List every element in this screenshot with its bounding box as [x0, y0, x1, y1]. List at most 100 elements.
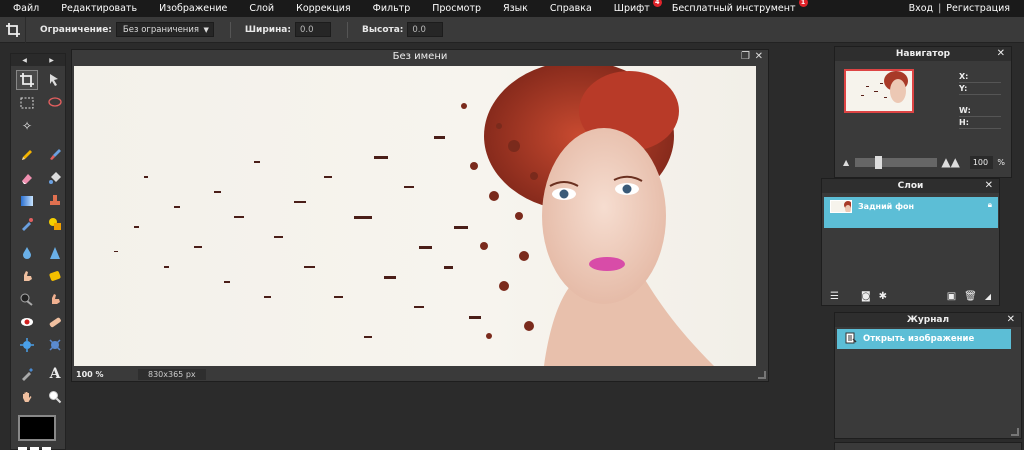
login-link[interactable]: Вход	[909, 0, 934, 17]
close-icon[interactable]: ✕	[985, 179, 993, 193]
layer-settings-icon[interactable]: ☰	[830, 291, 839, 302]
coord-y: Y:	[959, 83, 1001, 95]
navigator-zoom-input[interactable]: 100	[969, 155, 994, 169]
marquee-icon	[20, 97, 34, 109]
resize-handle-icon[interactable]: ◢	[985, 292, 991, 301]
constraint-label: Ограничение:	[40, 24, 112, 35]
red-eye-tool[interactable]	[16, 312, 38, 332]
zoom-tool[interactable]	[44, 387, 66, 407]
menu-help[interactable]: Справка	[538, 0, 602, 17]
smudge-tool[interactable]	[16, 266, 38, 286]
crop-icon	[20, 73, 34, 87]
sponge-icon	[49, 271, 61, 281]
sharpen-tool[interactable]	[44, 243, 66, 263]
menu-layer-label: Слой	[249, 3, 275, 14]
color-replace-tool[interactable]	[16, 214, 38, 234]
tools-panel-header[interactable]: ◀ ▶	[11, 54, 65, 66]
width-label: Ширина:	[244, 24, 291, 35]
thumbnail-image	[846, 71, 912, 111]
foreground-color-swatch[interactable]	[18, 415, 56, 441]
menu-free-tool[interactable]: Бесплатный инструмент 1	[660, 0, 808, 17]
register-link[interactable]: Регистрация	[946, 0, 1010, 17]
menu-layer[interactable]: Слой	[237, 0, 284, 17]
layer-style-icon[interactable]: ✱	[879, 291, 887, 302]
pencil-tool[interactable]	[16, 145, 38, 165]
crop-tool-icon[interactable]	[0, 16, 26, 43]
magic-wand-tool[interactable]: ✧	[16, 116, 38, 136]
gradient-icon	[21, 196, 33, 206]
close-icon[interactable]: ✕	[1007, 313, 1015, 327]
layer-item[interactable]: Задний фон 🔒︎	[824, 197, 998, 228]
canvas-zoom-value: 100	[76, 369, 93, 379]
eye-icon	[21, 318, 33, 326]
crop-tool[interactable]	[16, 70, 38, 90]
navigator-titlebar[interactable]: Навигатор ✕	[835, 47, 1011, 61]
menu-view[interactable]: Просмотр	[420, 0, 491, 17]
tool-grid: ✧ A	[11, 66, 65, 407]
blur-tool[interactable]	[16, 243, 38, 263]
zoom-slider-knob[interactable]	[875, 155, 883, 169]
canvas-window-titlebar[interactable]: Без имени ❐ ✕	[72, 50, 768, 64]
arrow-left-icon[interactable]: ◀	[22, 57, 27, 64]
trash-icon[interactable]: 🗑︎	[964, 291, 977, 302]
menu-font[interactable]: Шрифт 4	[602, 0, 662, 17]
stamp-tool[interactable]	[44, 191, 66, 211]
arrow-right-icon[interactable]: ▶	[49, 57, 54, 64]
canvas-image[interactable]	[74, 66, 756, 366]
zoom-slider[interactable]	[855, 155, 938, 169]
navigator-thumbnail[interactable]	[844, 69, 914, 113]
menu-image[interactable]: Изображение	[147, 0, 237, 17]
height-input[interactable]: 0.0	[407, 22, 444, 37]
zoom-out-mountain-icon[interactable]: ▲	[843, 158, 849, 167]
new-layer-icon[interactable]: ▣	[947, 291, 956, 302]
eraser-tool[interactable]	[16, 168, 38, 188]
canvas-zoom-unit: %	[95, 369, 104, 379]
constraint-select[interactable]: Без ограничения ▼	[115, 22, 214, 37]
drawing-tool[interactable]	[44, 214, 66, 234]
menu-language[interactable]: Язык	[491, 0, 538, 17]
pinch-tool[interactable]	[44, 335, 66, 355]
menu-file[interactable]: Файл	[0, 0, 49, 17]
burn-tool[interactable]	[16, 289, 38, 309]
zoom-in-mountain-icon[interactable]: ▲▲	[941, 155, 959, 169]
menu-bar: Файл Редактировать Изображение Слой Корр…	[0, 0, 1024, 17]
paint-bucket-icon	[49, 172, 61, 184]
bloat-tool[interactable]	[16, 335, 38, 355]
width-input[interactable]: 0.0	[294, 22, 331, 37]
marquee-tool[interactable]	[16, 93, 38, 113]
layer-mask-icon[interactable]: ◙	[861, 291, 871, 302]
canvas-window-title: Без имени	[392, 51, 448, 62]
sponge-tool[interactable]	[44, 266, 66, 286]
hand-tool[interactable]	[16, 387, 38, 407]
canvas-zoom-input[interactable]: 100 %	[76, 370, 110, 379]
layers-footer: ☰ ◙ ✱ ▣ 🗑︎ ◢	[822, 287, 999, 305]
layers-titlebar[interactable]: Слои ✕	[822, 179, 999, 193]
layers-title: Слои	[897, 181, 924, 191]
fill-tool[interactable]	[44, 168, 66, 188]
brush-tool[interactable]	[44, 145, 66, 165]
text-tool[interactable]: A	[44, 364, 66, 384]
spot-heal-tool[interactable]	[44, 312, 66, 332]
gradient-tool[interactable]	[16, 191, 38, 211]
text-icon: A	[49, 366, 61, 382]
canvas-status-bar: 100 % 830x365 px	[72, 367, 768, 381]
menu-edit[interactable]: Редактировать	[49, 0, 147, 17]
move-tool[interactable]	[44, 70, 66, 90]
layers-panel: Слои ✕ Задний фон 🔒︎ ☰ ◙ ✱ ▣ 🗑︎ ◢	[821, 178, 1000, 306]
resize-handle[interactable]	[758, 371, 766, 379]
history-titlebar[interactable]: Журнал ✕	[835, 313, 1021, 327]
resize-handle[interactable]	[1011, 428, 1019, 436]
history-item[interactable]: Открыть изображение	[837, 329, 1011, 349]
drop-icon	[23, 247, 31, 259]
lasso-tool[interactable]	[44, 93, 66, 113]
menu-filter[interactable]: Фильтр	[361, 0, 421, 17]
color-picker-tool[interactable]	[16, 364, 38, 384]
close-icon[interactable]: ✕	[755, 50, 763, 64]
dodge-tool[interactable]	[44, 289, 66, 309]
maximize-icon[interactable]: ❐	[741, 50, 750, 64]
finger-icon	[24, 271, 32, 281]
hand-icon	[52, 294, 60, 304]
menu-adjustment[interactable]: Коррекция	[284, 0, 361, 17]
menu-font-label: Шрифт	[613, 3, 650, 14]
close-icon[interactable]: ✕	[997, 47, 1005, 61]
